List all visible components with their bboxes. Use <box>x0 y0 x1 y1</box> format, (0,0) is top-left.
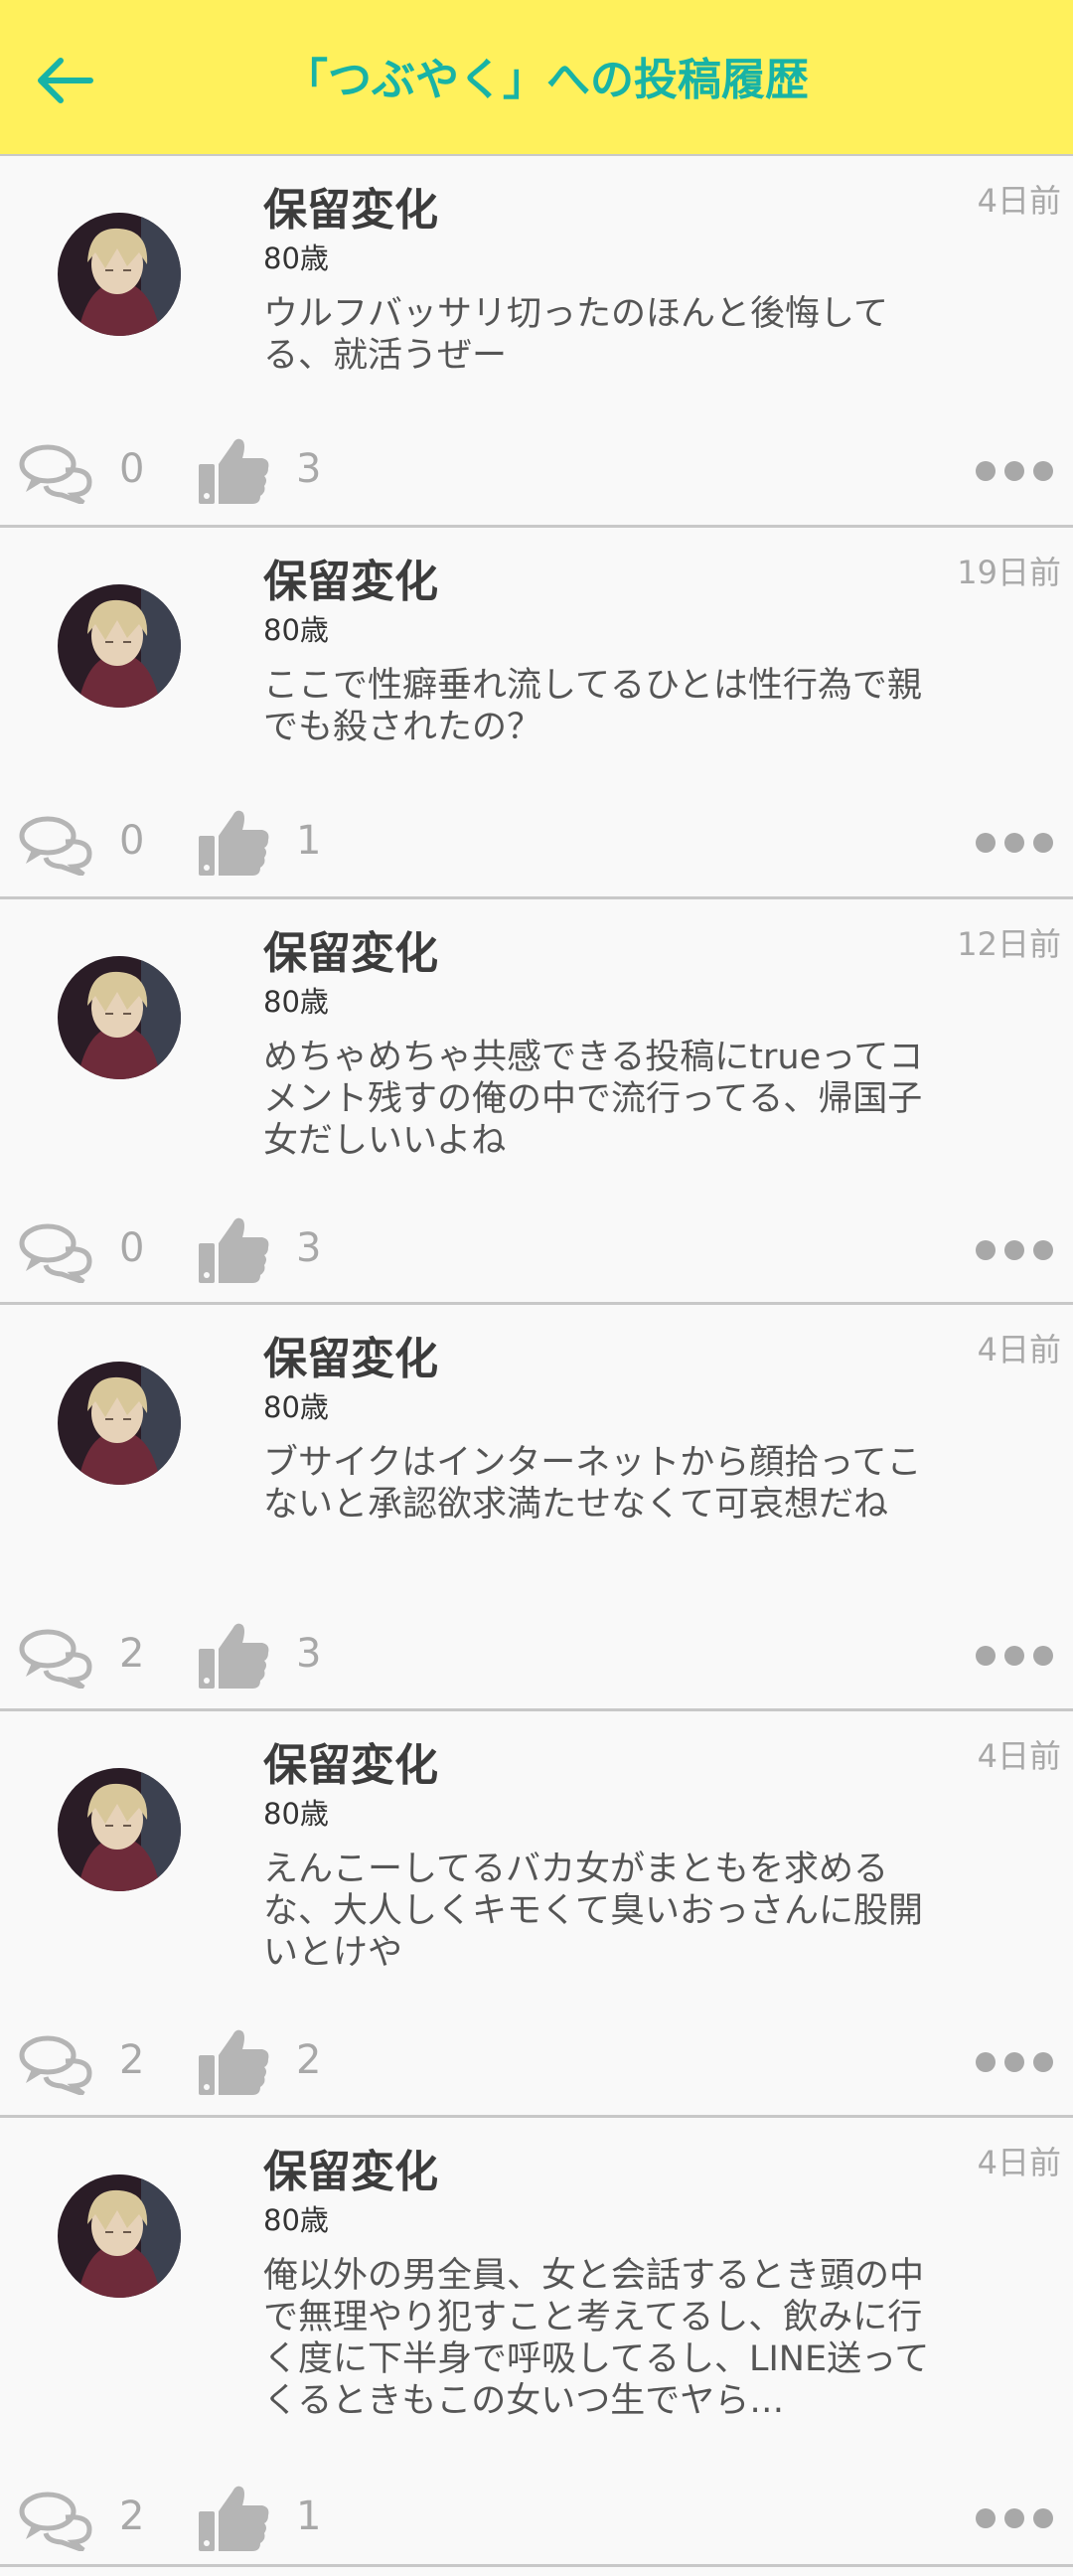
thumbs-up-icon[interactable] <box>197 1213 272 1285</box>
avatar[interactable] <box>58 2174 181 2298</box>
comment-bubbles-icon[interactable] <box>18 814 95 876</box>
avatar-image <box>58 213 181 336</box>
post-text[interactable]: ブサイクはインターネットから顔拾ってこないと承認欲求満たせなくて可哀想だね <box>263 1442 939 1526</box>
more-dots-icon[interactable] <box>976 1235 1053 1265</box>
post-text[interactable]: えんこーしてるバカ女がまともを求めるな、大人しくキモくて臭いおっさんに股開いとけ… <box>263 1849 939 1974</box>
avatar-image <box>58 1768 181 1891</box>
post-text[interactable]: ウルフバッサリ切ったのほんと後悔してる、就活うぜー <box>263 293 939 377</box>
user-age: 80歳 <box>263 613 329 647</box>
user-age: 80歳 <box>263 1390 329 1424</box>
post-time: 19日前 <box>957 554 1061 591</box>
like-count: 3 <box>296 1225 322 1271</box>
post-time: 4日前 <box>977 1331 1061 1368</box>
like-count: 3 <box>296 1631 322 1677</box>
user-age: 80歳 <box>263 1797 329 1831</box>
user-name: 保留変化 <box>263 557 438 607</box>
more-dots-icon[interactable] <box>976 1641 1053 1671</box>
comment-bubbles-icon[interactable] <box>18 2033 95 2095</box>
post-item[interactable]: 保留変化 80歳 4日前 ウルフバッサリ切ったのほんと後悔してる、就活うぜー 0… <box>0 156 1073 528</box>
thumbs-up-icon[interactable] <box>197 1619 272 1690</box>
comment-count: 2 <box>119 1631 145 1677</box>
avatar-image <box>58 956 181 1079</box>
post-actions: 0 3 <box>0 1213 1073 1293</box>
avatar-image <box>58 2174 181 2298</box>
avatar[interactable] <box>58 584 181 708</box>
post-item[interactable]: 保留変化 80歳 12日前 めちゃめちゃ共感できる投稿にtrueってコメント残す… <box>0 899 1073 1305</box>
comment-bubbles-icon[interactable] <box>18 442 95 504</box>
thumbs-up-icon[interactable] <box>197 2025 272 2097</box>
thumbs-up-icon[interactable] <box>197 806 272 878</box>
avatar-image <box>58 584 181 708</box>
post-item[interactable]: 保留変化 80歳 4日前 俺以外の男全員、女と会話するとき頭の中で無理やり犯すこ… <box>0 2118 1073 2567</box>
user-age: 80歳 <box>263 985 329 1019</box>
thumbs-up-icon[interactable] <box>197 434 272 506</box>
comment-bubbles-icon[interactable] <box>18 1627 95 1689</box>
post-item[interactable]: 保留変化 80歳 4日前 ブサイクはインターネットから顔拾ってこないと承認欲求満… <box>0 1305 1073 1711</box>
more-dots-icon[interactable] <box>976 456 1053 486</box>
more-dots-icon[interactable] <box>976 2503 1053 2533</box>
thumbs-up-icon[interactable] <box>197 2482 272 2553</box>
like-count: 2 <box>296 2037 322 2083</box>
post-time: 4日前 <box>977 2144 1061 2181</box>
post-item[interactable]: 保留変化 80歳 4日前 えんこーしてるバカ女がまともを求めるな、大人しくキモく… <box>0 1711 1073 2118</box>
post-actions: 0 1 <box>0 806 1073 886</box>
post-item[interactable]: 保留変化 80歳 19日前 ここで性癖垂れ流してるひとは性行為で親でも殺されたの… <box>0 528 1073 899</box>
post-list: 保留変化 80歳 4日前 ウルフバッサリ切ったのほんと後悔してる、就活うぜー 0… <box>0 156 1073 2567</box>
post-time: 12日前 <box>957 925 1061 963</box>
user-age: 80歳 <box>263 242 329 275</box>
more-dots-icon[interactable] <box>976 828 1053 858</box>
comment-bubbles-icon[interactable] <box>18 2490 95 2551</box>
page-title: 「つぶやく」への投稿履歴 <box>284 55 809 105</box>
user-name: 保留変化 <box>263 1740 438 1791</box>
app-header: 「つぶやく」への投稿履歴 <box>0 0 1073 156</box>
avatar[interactable] <box>58 213 181 336</box>
comment-count: 2 <box>119 2494 145 2539</box>
like-count: 1 <box>296 818 322 864</box>
post-actions: 0 3 <box>0 434 1073 514</box>
comment-bubbles-icon[interactable] <box>18 1221 95 1283</box>
user-age: 80歳 <box>263 2203 329 2237</box>
like-count: 3 <box>296 446 322 492</box>
more-dots-icon[interactable] <box>976 2047 1053 2077</box>
user-name: 保留変化 <box>263 1334 438 1384</box>
user-name: 保留変化 <box>263 2147 438 2197</box>
avatar-image <box>58 1362 181 1485</box>
post-text[interactable]: めちゃめちゃ共感できる投稿にtrueってコメント残すの俺の中で流行ってる、帰国子… <box>263 1037 939 1162</box>
post-actions: 2 2 <box>0 2025 1073 2105</box>
post-time: 4日前 <box>977 1737 1061 1775</box>
like-count: 1 <box>296 2494 322 2539</box>
post-actions: 2 1 <box>0 2482 1073 2561</box>
avatar[interactable] <box>58 1768 181 1891</box>
user-name: 保留変化 <box>263 928 438 979</box>
comment-count: 0 <box>119 818 145 864</box>
comment-count: 0 <box>119 1225 145 1271</box>
avatar[interactable] <box>58 1362 181 1485</box>
post-actions: 2 3 <box>0 1619 1073 1698</box>
avatar[interactable] <box>58 956 181 1079</box>
user-name: 保留変化 <box>263 185 438 236</box>
post-text[interactable]: 俺以外の男全員、女と会話するとき頭の中で無理やり犯すこと考えてるし、飲みに行く度… <box>263 2255 939 2422</box>
post-text[interactable]: ここで性癖垂れ流してるひとは性行為で親でも殺されたの？ <box>263 665 939 748</box>
comment-count: 0 <box>119 446 145 492</box>
post-time: 4日前 <box>977 182 1061 220</box>
comment-count: 2 <box>119 2037 145 2083</box>
